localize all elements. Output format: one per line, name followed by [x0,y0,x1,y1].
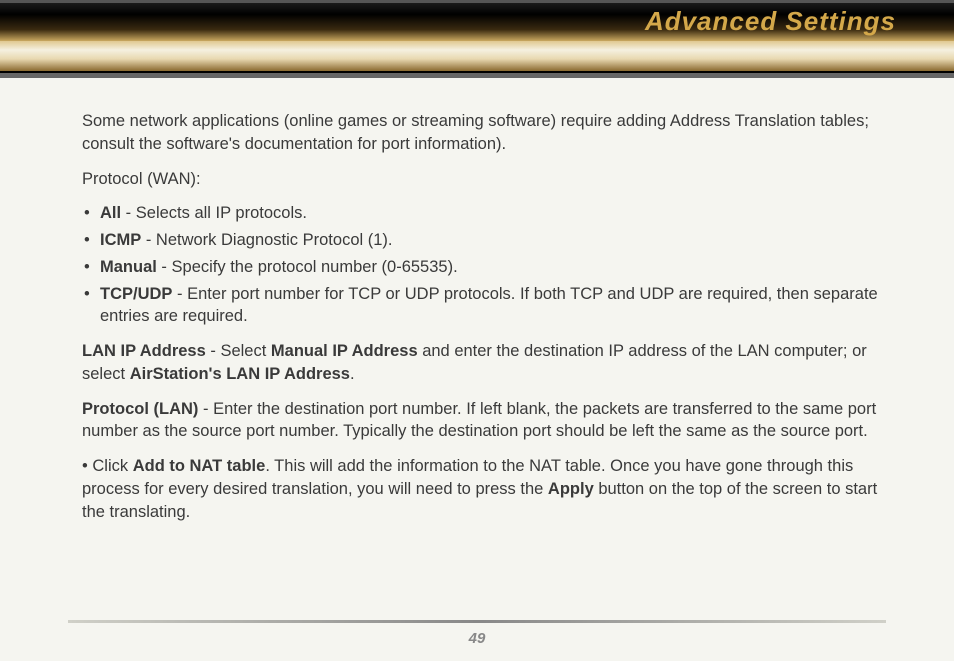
apply-bold: Apply [548,480,594,498]
add-nat-bold: Add to NAT table [133,457,266,475]
lan-ip-bold1: Manual IP Address [271,342,418,360]
page-title: Advanced Settings [645,6,896,37]
bullet-all-label: All [100,204,121,222]
lan-ip-label: LAN IP Address [82,342,206,360]
header-mid-band [0,41,954,71]
click-prefix: • Click [82,457,133,475]
lan-ip-bold2: AirStation's LAN IP Address [130,365,350,383]
intro-paragraph: Some network applications (online games … [82,110,896,156]
click-add-paragraph: • Click Add to NAT table. This will add … [82,455,896,523]
list-item: Manual - Specify the protocol number (0-… [82,256,896,279]
lan-ip-paragraph: LAN IP Address - Select Manual IP Addres… [82,340,896,386]
header-divider-2 [0,73,954,78]
list-item: TCP/UDP - Enter port number for TCP or U… [82,283,896,329]
lan-ip-mid1: - Select [206,342,271,360]
protocol-lan-desc: - Enter the destination port number. If … [82,400,876,441]
lan-ip-end: . [350,365,355,383]
protocol-wan-list: All - Selects all IP protocols. ICMP - N… [82,202,896,328]
bullet-manual-desc: - Specify the protocol number (0-65535). [157,258,458,276]
protocol-lan-paragraph: Protocol (LAN) - Enter the destination p… [82,398,896,444]
bullet-tcpudp-desc: - Enter port number for TCP or UDP proto… [100,285,878,326]
list-item: All - Selects all IP protocols. [82,202,896,225]
list-item: ICMP - Network Diagnostic Protocol (1). [82,229,896,252]
bullet-manual-label: Manual [100,258,157,276]
content-area: Some network applications (online games … [0,78,954,555]
protocol-lan-label: Protocol (LAN) [82,400,198,418]
header-band: Advanced Settings [0,0,954,78]
page-number: 49 [0,630,954,647]
protocol-wan-label: Protocol (WAN): [82,168,896,191]
bullet-tcpudp-label: TCP/UDP [100,285,172,303]
footer-divider [68,620,886,623]
bullet-icmp-desc: - Network Diagnostic Protocol (1). [141,231,392,249]
bullet-all-desc: - Selects all IP protocols. [121,204,307,222]
bullet-icmp-label: ICMP [100,231,141,249]
